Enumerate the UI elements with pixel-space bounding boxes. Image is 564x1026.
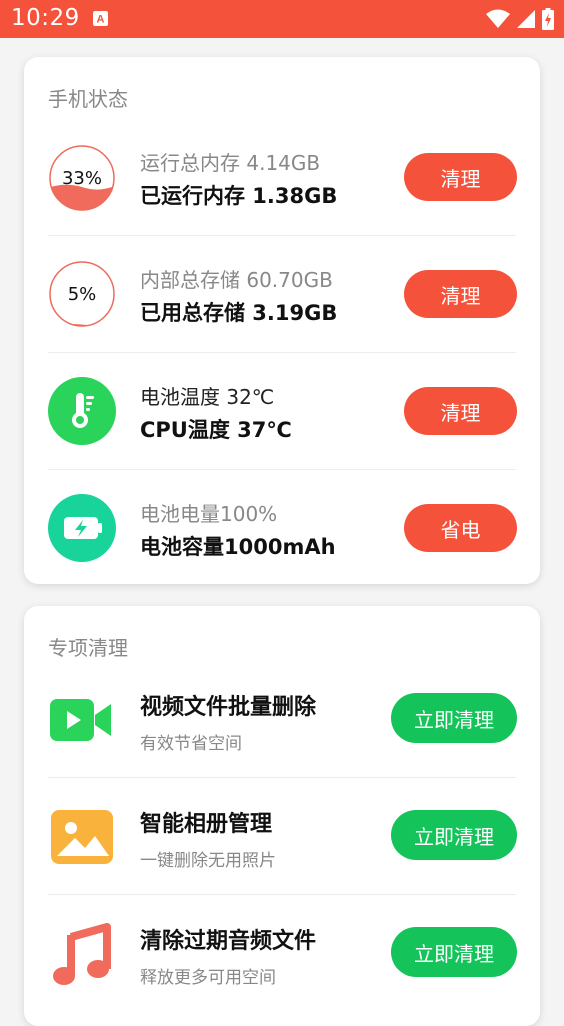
memory-total: 运行总内存 4.14GB (140, 151, 321, 175)
battery-temperature: 电池温度 32℃ (140, 385, 275, 409)
album-clean-subtitle: 一键删除无用照片 (140, 851, 276, 871)
storage-total: 内部总存储 60.70GB (140, 268, 333, 292)
video-clean-subtitle: 有效节省空间 (140, 734, 242, 754)
memory-used: 已运行内存 1.38GB (140, 184, 338, 208)
power-save-button[interactable]: 省电 (404, 504, 517, 552)
status-time: 10:29 (11, 5, 80, 31)
battery-capacity: 电池容量1000mAh (140, 535, 336, 559)
audio-clean-subtitle: 释放更多可用空间 (140, 968, 276, 988)
storage-ring-icon: 5% (47, 259, 117, 329)
temperature-row: 电池温度 32℃ CPU温度 37℃ 清理 (24, 353, 540, 470)
clean-memory-button[interactable]: 清理 (404, 153, 517, 201)
album-clean-button[interactable]: 立即清理 (391, 810, 517, 860)
video-clean-button[interactable]: 立即清理 (391, 693, 517, 743)
special-clean-card: 专项清理 视频文件批量删除 有效节省空间 立即清理 智能相册管理 一键删除无用照… (24, 606, 540, 1026)
video-camera-icon (47, 685, 117, 755)
battery-row: 电池电量100% 电池容量1000mAh 省电 (24, 470, 540, 584)
audio-clean-button[interactable]: 立即清理 (391, 927, 517, 977)
audio-clean-title: 清除过期音频文件 (140, 929, 317, 954)
phone-status-card: 手机状态 33% 运行总内存 4.14GB 已运行内存 1.38GB 清理 5%… (24, 57, 540, 584)
audio-clean-row: 清除过期音频文件 释放更多可用空间 立即清理 (24, 895, 540, 1012)
svg-text:A: A (97, 14, 105, 26)
album-clean-title: 智能相册管理 (140, 812, 273, 837)
album-clean-row: 智能相册管理 一键删除无用照片 立即清理 (24, 778, 540, 895)
memory-row: 33% 运行总内存 4.14GB 已运行内存 1.38GB 清理 (24, 119, 540, 236)
card-title: 专项清理 (48, 636, 128, 660)
status-bar: 10:29 A (0, 0, 564, 38)
battery-charging-icon (542, 8, 554, 30)
signal-icon (516, 9, 536, 29)
storage-percent: 5% (67, 283, 97, 305)
memory-percent: 33% (61, 167, 102, 189)
card-title: 手机状态 (48, 87, 128, 111)
memory-ring-icon: 33% (47, 143, 117, 213)
storage-row: 5% 内部总存储 60.70GB 已用总存储 3.19GB 清理 (24, 236, 540, 353)
music-note-icon (47, 919, 117, 989)
photo-album-icon (47, 802, 117, 872)
cpu-temperature: CPU温度 37℃ (140, 418, 292, 442)
battery-icon (47, 493, 117, 563)
thermometer-icon (47, 376, 117, 446)
wifi-icon (486, 9, 510, 29)
video-clean-title: 视频文件批量删除 (140, 695, 317, 720)
clean-storage-button[interactable]: 清理 (404, 270, 517, 318)
video-clean-row: 视频文件批量删除 有效节省空间 立即清理 (24, 661, 540, 778)
cool-down-button[interactable]: 清理 (404, 387, 517, 435)
storage-used: 已用总存储 3.19GB (140, 301, 338, 325)
battery-level: 电池电量100% (140, 502, 278, 526)
notification-a-icon: A (92, 10, 109, 27)
